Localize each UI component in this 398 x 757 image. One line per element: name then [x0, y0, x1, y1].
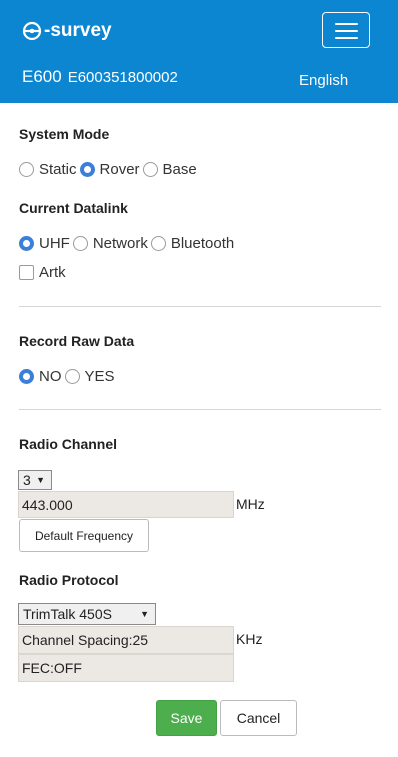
dropdown-arrow-icon: ▼ — [140, 609, 149, 619]
datalink-option-uhf[interactable]: UHF — [19, 235, 70, 252]
brand-name: -survey — [44, 20, 112, 41]
raw-data-options: NO YES — [19, 368, 118, 385]
radio-protocol-title: Radio Protocol — [19, 572, 119, 588]
fec-field[interactable]: FEC:OFF — [18, 654, 234, 682]
system-mode-options: Static Rover Base — [19, 161, 200, 178]
datalink-option-network[interactable]: Network — [72, 235, 148, 252]
datalink-options: UHF Network Bluetooth — [19, 235, 237, 252]
radio-bluetooth[interactable] — [150, 236, 166, 251]
mode-option-base[interactable]: Base — [142, 161, 197, 178]
default-frequency-button[interactable]: Default Frequency — [19, 519, 149, 552]
radio-yes[interactable] — [64, 369, 80, 384]
channel-value: 3 — [23, 472, 31, 488]
datalink-option-bluetooth[interactable]: Bluetooth — [150, 235, 235, 252]
hamburger-icon-bar — [335, 37, 358, 39]
hamburger-icon-bar — [335, 30, 358, 32]
spacing-unit: KHz — [236, 631, 263, 647]
frequency-value: 443.000 — [22, 496, 73, 513]
protocol-select[interactable]: TrimTalk 450S ▼ — [18, 603, 156, 625]
radio-static[interactable] — [19, 162, 34, 177]
survey-logo-icon — [22, 21, 42, 41]
channel-select[interactable]: 3 ▼ — [18, 470, 52, 490]
mode-option-rover[interactable]: Rover — [79, 161, 140, 178]
system-mode-title: System Mode — [19, 126, 110, 142]
device-serial: E600351800002 — [67, 69, 178, 86]
raw-data-title: Record Raw Data — [19, 333, 135, 349]
raw-data-option-no[interactable]: NO — [19, 368, 62, 385]
mode-option-static[interactable]: Static — [19, 161, 77, 178]
mode-label-static: Static — [39, 161, 77, 178]
channel-spacing-value: Channel Spacing:25 — [22, 632, 149, 648]
fec-value: FEC:OFF — [22, 660, 82, 676]
datalink-title: Current Datalink — [19, 200, 128, 216]
datalink-label-uhf: UHF — [39, 235, 70, 252]
hamburger-icon — [335, 23, 358, 25]
artk-label: Artk — [39, 264, 66, 281]
divider — [19, 409, 381, 410]
brand-logo[interactable]: -survey — [22, 20, 112, 42]
radio-network[interactable] — [72, 236, 88, 251]
radio-base[interactable] — [142, 162, 158, 177]
save-button[interactable]: Save — [156, 700, 217, 736]
language-selector[interactable]: English — [299, 72, 348, 89]
cancel-button[interactable]: Cancel — [220, 700, 297, 736]
dropdown-arrow-icon: ▼ — [36, 475, 45, 485]
frequency-field[interactable]: 443.000 — [18, 491, 234, 518]
app-header: -survey E600 E600351800002 English — [0, 0, 398, 103]
datalink-label-network: Network — [92, 235, 148, 252]
mode-label-rover: Rover — [99, 161, 140, 178]
divider — [19, 306, 381, 307]
radio-rover[interactable] — [79, 162, 95, 177]
radio-uhf[interactable] — [19, 236, 34, 251]
menu-toggle-button[interactable] — [322, 12, 370, 48]
raw-data-option-yes[interactable]: YES — [64, 368, 115, 385]
raw-data-label-no: NO — [39, 368, 62, 385]
device-info: E600 E600351800002 — [22, 67, 178, 87]
radio-channel-title: Radio Channel — [19, 436, 118, 452]
artk-row: Artk — [19, 264, 69, 281]
protocol-value: TrimTalk 450S — [23, 606, 112, 622]
channel-spacing-field[interactable]: Channel Spacing:25 — [18, 626, 234, 654]
raw-data-label-yes: YES — [84, 368, 115, 385]
artk-option[interactable]: Artk — [19, 264, 66, 281]
datalink-label-bluetooth: Bluetooth — [170, 235, 235, 252]
device-model: E600 — [22, 67, 62, 86]
mode-label-base: Base — [162, 161, 197, 178]
artk-checkbox[interactable] — [19, 265, 34, 280]
radio-no[interactable] — [19, 369, 34, 384]
frequency-unit: MHz — [236, 496, 265, 512]
